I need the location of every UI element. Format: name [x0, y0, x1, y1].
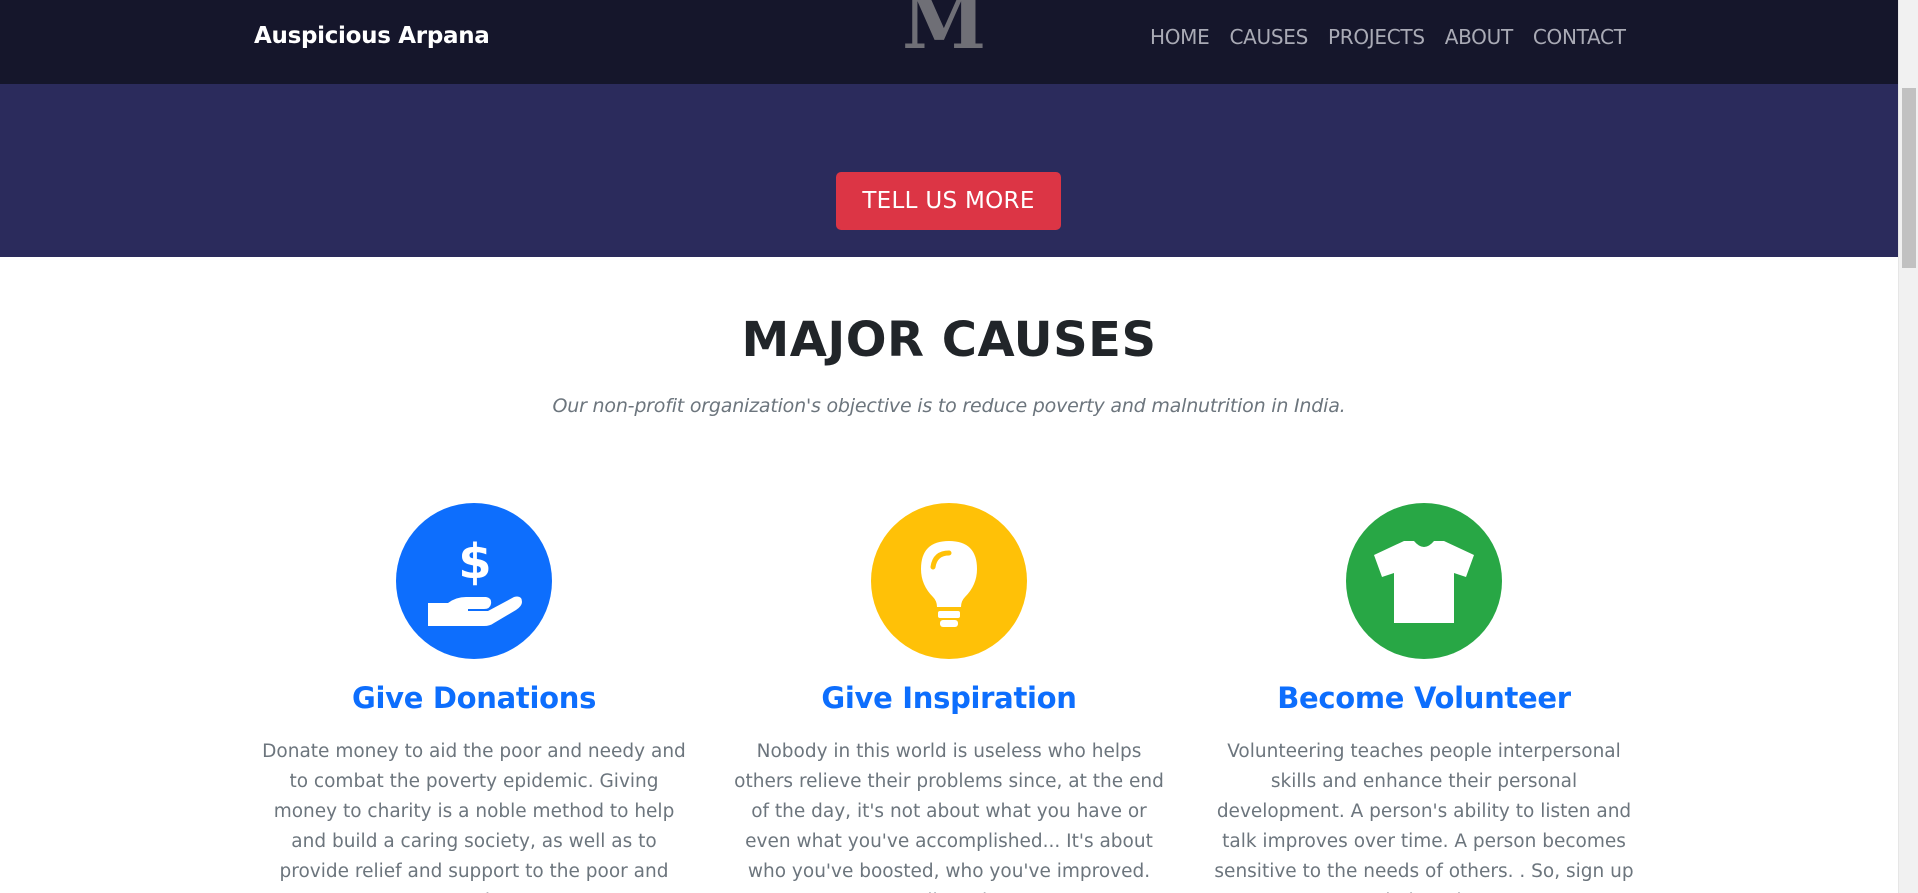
scrollbar-thumb[interactable] [1902, 88, 1916, 268]
cause-card-volunteer: Become Volunteer Volunteering teaches pe… [1204, 503, 1644, 893]
section-subtitle: Our non-profit organization's objective … [552, 395, 1346, 417]
card-title: Give Inspiration [821, 681, 1077, 715]
nav-contact[interactable]: CONTACT [1533, 25, 1626, 49]
nav-about[interactable]: ABOUT [1445, 25, 1513, 49]
brand-link[interactable]: Auspicious Arpana [254, 23, 490, 49]
card-text: Nobody in this world is useless who help… [734, 741, 1164, 893]
logo-icon[interactable]: M [902, 0, 986, 60]
card-text: Donate money to aid the poor and needy a… [262, 741, 686, 893]
cause-card-donations: $ Give Donations Donate money to aid the… [254, 503, 694, 893]
lightbulb-icon [871, 503, 1027, 659]
card-text: Volunteering teaches people interpersona… [1214, 741, 1634, 893]
tshirt-icon [1346, 503, 1502, 659]
hero-section: TELL US MORE [0, 84, 1898, 257]
hand-holding-dollar-icon: $ [396, 503, 552, 659]
card-title: Give Donations [351, 681, 597, 715]
tell-us-more-button[interactable]: TELL US MORE [836, 172, 1061, 230]
card-title: Become Volunteer [1277, 681, 1571, 715]
nav-home[interactable]: HOME [1150, 25, 1210, 49]
nav-causes[interactable]: CAUSES [1229, 25, 1308, 49]
navbar: Auspicious Arpana M HOME CAUSES PROJECTS… [0, 0, 1898, 84]
svg-text:$: $ [458, 534, 491, 590]
vertical-scrollbar[interactable] [1898, 0, 1918, 893]
nav-projects[interactable]: PROJECTS [1328, 25, 1425, 49]
page: Auspicious Arpana M HOME CAUSES PROJECTS… [0, 0, 1898, 893]
section-title: MAJOR CAUSES [741, 312, 1157, 368]
main-nav: HOME CAUSES PROJECTS ABOUT CONTACT [1150, 25, 1626, 49]
cause-card-inspiration: Give Inspiration Nobody in this world is… [729, 503, 1169, 893]
